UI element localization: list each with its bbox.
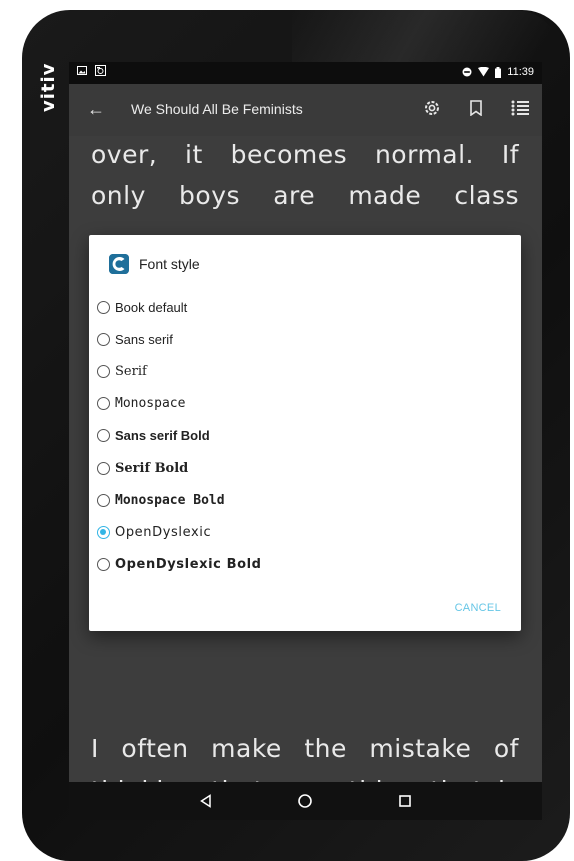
option-label: Serif Bold <box>115 460 189 476</box>
font-option-monospace[interactable]: Monospace <box>97 388 517 420</box>
bookmark-icon[interactable] <box>464 96 488 120</box>
radio-button[interactable] <box>97 397 110 411</box>
wifi-icon <box>478 67 490 77</box>
font-option-opendyslexic[interactable]: OpenDyslexic <box>97 516 517 548</box>
photo-icon <box>95 65 106 76</box>
font-option-serif-bold[interactable]: Serif Bold <box>97 452 517 484</box>
font-option-book-default[interactable]: Book default <box>97 291 517 323</box>
status-bar-right: 11:39 <box>462 65 534 79</box>
radio-button[interactable] <box>97 461 110 475</box>
font-option-sans-serif[interactable]: Sans serif <box>97 323 517 355</box>
option-label: Book default <box>115 299 188 315</box>
font-option-serif[interactable]: Serif <box>97 355 517 387</box>
option-label: OpenDyslexic Bold <box>115 557 262 573</box>
book-title: We Should All Be Feminists <box>131 101 303 117</box>
reading-line: only boys are made class <box>91 181 519 210</box>
back-triangle-icon[interactable] <box>193 790 219 812</box>
radio-button[interactable] <box>97 364 110 378</box>
option-label: Sans serif <box>115 331 173 347</box>
radio-button[interactable] <box>97 429 110 443</box>
font-option-monospace-bold[interactable]: Monospace Bold <box>97 484 517 516</box>
option-label: Monospace Bold <box>115 492 225 508</box>
status-bar-left <box>77 65 106 76</box>
home-circle-icon[interactable] <box>292 790 318 812</box>
font-option-opendyslexic-bold[interactable]: OpenDyslexic Bold <box>97 549 517 581</box>
dialog-header: Font style <box>109 254 200 274</box>
radio-button[interactable] <box>97 332 110 346</box>
app-bar-actions <box>420 96 532 120</box>
recents-square-icon[interactable] <box>392 790 418 812</box>
reading-line: over, it becomes normal. If <box>91 140 519 169</box>
do-not-disturb-icon <box>462 67 472 77</box>
settings-icon[interactable] <box>420 96 444 120</box>
system-nav-bar <box>69 782 542 820</box>
font-option-sans-serif-bold[interactable]: Sans serif Bold <box>97 420 517 452</box>
option-label: Sans serif Bold <box>115 428 210 444</box>
status-bar: 11:39 <box>69 62 542 84</box>
back-arrow-icon[interactable]: ← <box>87 99 105 119</box>
app-bar: ← We Should All Be Feminists <box>69 84 542 136</box>
radio-button-selected[interactable] <box>97 525 110 539</box>
radio-button[interactable] <box>97 558 110 572</box>
battery-icon <box>495 66 502 78</box>
radio-button[interactable] <box>97 493 110 507</box>
app-logo-icon <box>109 254 129 274</box>
font-options-list: Book default Sans serif Serif Monospace … <box>97 291 517 581</box>
radio-button[interactable] <box>97 300 110 314</box>
toc-list-icon[interactable] <box>508 96 532 120</box>
cancel-button[interactable]: CANCEL <box>455 602 501 614</box>
font-style-dialog: Font style Book default Sans serif Serif… <box>89 235 521 631</box>
reading-line: I often make the mistake of <box>91 734 519 763</box>
status-time: 11:39 <box>507 66 534 78</box>
option-label: Monospace <box>115 396 186 412</box>
image-icon <box>77 66 87 75</box>
device-brand-logo: vitiv <box>38 62 59 112</box>
dialog-title: Font style <box>139 256 200 272</box>
option-label: OpenDyslexic <box>115 524 212 540</box>
option-label: Serif <box>115 363 147 379</box>
